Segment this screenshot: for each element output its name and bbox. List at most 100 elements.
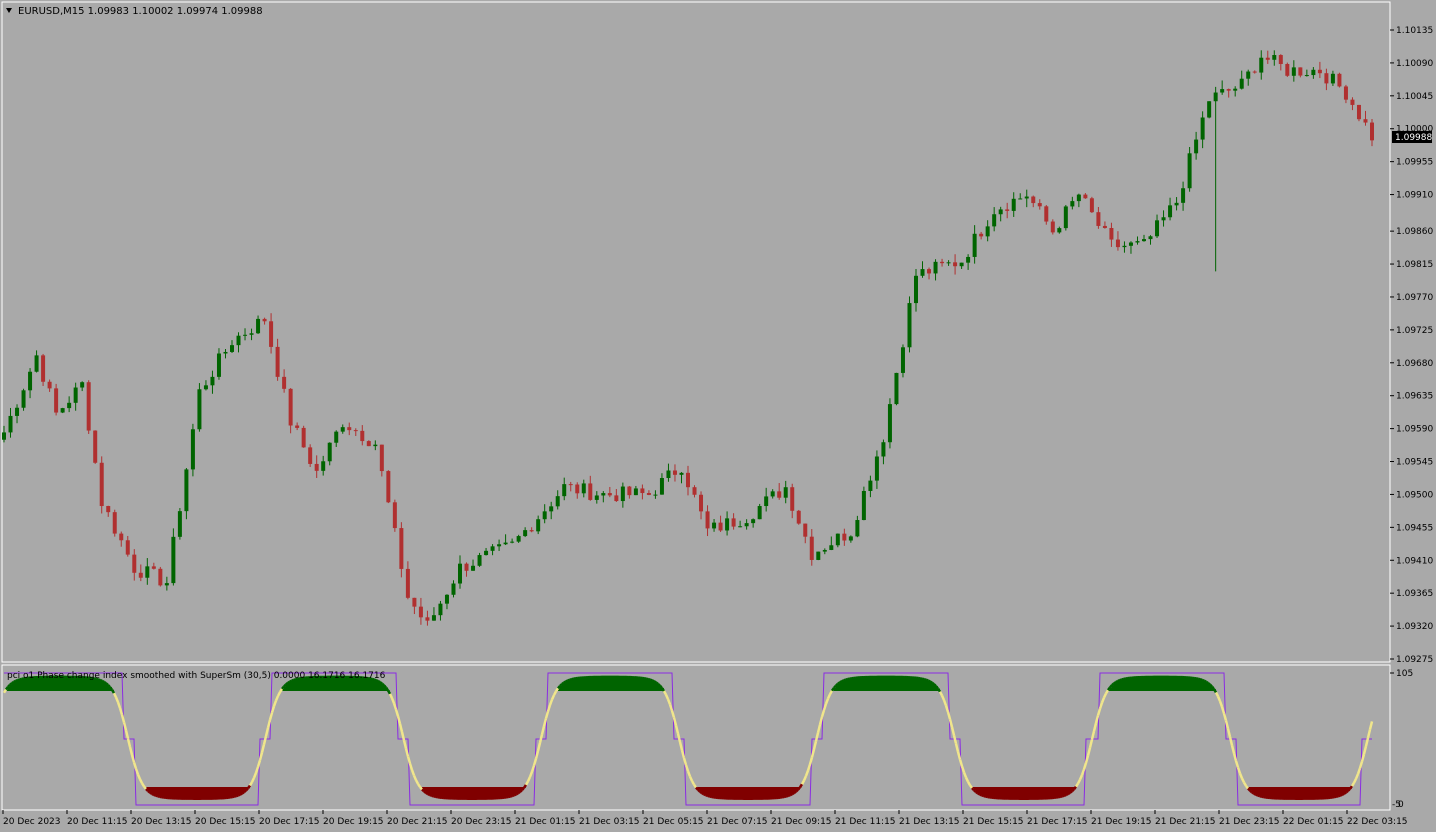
indicator-line-segment <box>1214 691 1220 697</box>
indicator-down-fill <box>1324 787 1326 799</box>
indicator-line-segment <box>1111 682 1115 687</box>
indicator-line-segment <box>843 678 847 682</box>
indicator-down-fill <box>448 787 450 799</box>
candle <box>99 456 104 514</box>
indicator-line-segment <box>513 793 517 797</box>
indicator-down-fill <box>1326 787 1328 799</box>
indicator-line-segment <box>1065 792 1069 797</box>
indicator-line-segment <box>1199 678 1203 682</box>
indicator-down-fill <box>718 787 720 798</box>
candle-body <box>340 427 345 432</box>
candle-body <box>138 572 143 578</box>
indicator-line-segment <box>1211 685 1215 690</box>
indicator-up-fill <box>1126 678 1128 691</box>
candle <box>158 566 163 587</box>
candle-body <box>1050 221 1055 233</box>
indicator-up-fill <box>624 677 626 691</box>
indicator-up-fill <box>1164 676 1166 691</box>
indicator-up-fill <box>1140 677 1142 691</box>
candle-body <box>8 415 13 433</box>
indicator-down-fill <box>1262 787 1264 797</box>
time-label: 21 Dec 23:15 <box>1219 817 1280 827</box>
indicator-up-fill <box>616 676 618 691</box>
candle <box>54 383 59 416</box>
indicator-line-segment <box>245 787 249 792</box>
time-label: 20 Dec 11:15 <box>67 817 128 827</box>
candle-body <box>744 523 749 527</box>
candle-body <box>458 563 462 584</box>
indicator-up-fill <box>1156 676 1158 691</box>
indicator-down-fill <box>452 787 454 799</box>
price-label: 1.09275 <box>1396 655 1433 665</box>
indicator-down-fill <box>484 787 486 799</box>
indicator-line-segment <box>797 786 801 791</box>
indicator-up-fill <box>620 676 622 691</box>
candle-body <box>197 389 202 430</box>
candle <box>835 533 840 548</box>
time-label: 22 Dec 01:15 <box>1283 817 1344 827</box>
price-label: 1.10090 <box>1396 59 1433 69</box>
indicator-up-fill <box>1124 678 1126 691</box>
indicator-down-fill <box>442 787 444 798</box>
candle-body <box>659 478 664 495</box>
indicator-line-segment <box>968 784 974 789</box>
candle-body <box>1330 73 1335 84</box>
indicator-up-fill <box>1190 677 1192 691</box>
candle-body <box>1181 188 1186 203</box>
candle-body <box>1220 89 1225 93</box>
indicator-down-fill <box>1020 787 1022 799</box>
indicator-up-fill <box>860 677 862 691</box>
candle-body <box>210 376 215 386</box>
indicator-line-segment <box>828 690 834 695</box>
indicator-line-segment <box>246 784 252 790</box>
candle-body <box>125 540 130 555</box>
candle <box>757 503 762 520</box>
indicator-up-fill <box>842 681 844 691</box>
candle-body <box>946 262 951 264</box>
candle-body <box>353 430 358 432</box>
indicator-line-segment <box>521 786 525 791</box>
indicator-up-fill <box>294 679 296 691</box>
indicator-down-fill <box>454 787 456 799</box>
indicator-down-fill <box>1302 787 1304 799</box>
current-price-text: 1.09988 <box>1395 133 1432 143</box>
candle-body <box>490 546 495 551</box>
candle-body <box>275 346 280 377</box>
indicator-up-fill <box>916 677 918 691</box>
candle-body <box>940 261 945 264</box>
indicator-up-fill <box>1146 677 1148 691</box>
indicator-line-segment <box>11 680 15 685</box>
indicator-header: pci o1 Phase change index smoothed with … <box>7 671 386 681</box>
indicator-down-fill <box>1286 787 1288 799</box>
candle <box>1187 146 1192 192</box>
price-label: 1.09590 <box>1396 425 1433 435</box>
candle-body <box>894 372 899 405</box>
indicator-line-segment <box>140 782 146 788</box>
candle-body <box>399 528 404 569</box>
indicator-up-fill <box>912 677 914 691</box>
indicator-line-segment <box>923 677 927 681</box>
indicator-down-fill <box>466 787 468 799</box>
indicator-down-fill <box>746 787 748 799</box>
indicator-down-fill <box>728 787 730 799</box>
candle-body <box>672 470 677 475</box>
price-label: 1.09455 <box>1396 523 1433 533</box>
candle-body <box>1135 241 1140 243</box>
indicator-down-fill <box>760 787 762 799</box>
indicator-down-fill <box>186 787 188 799</box>
candle-body <box>288 388 293 426</box>
candle-body <box>1356 104 1361 120</box>
indicator-line-segment <box>278 688 284 693</box>
indicator-down-fill <box>160 787 162 797</box>
candle <box>177 508 182 540</box>
indicator-line-segment <box>662 690 668 696</box>
time-label: 21 Dec 13:15 <box>899 817 960 827</box>
indicator-up-fill <box>848 678 850 691</box>
indicator-down-fill <box>1012 787 1014 799</box>
candle-body <box>887 404 892 443</box>
indicator-down-fill <box>170 787 172 799</box>
candle-body <box>1044 206 1049 222</box>
indicator-up-fill <box>626 677 628 691</box>
time-label: 21 Dec 07:15 <box>707 817 768 827</box>
time-label: 21 Dec 09:15 <box>771 817 832 827</box>
